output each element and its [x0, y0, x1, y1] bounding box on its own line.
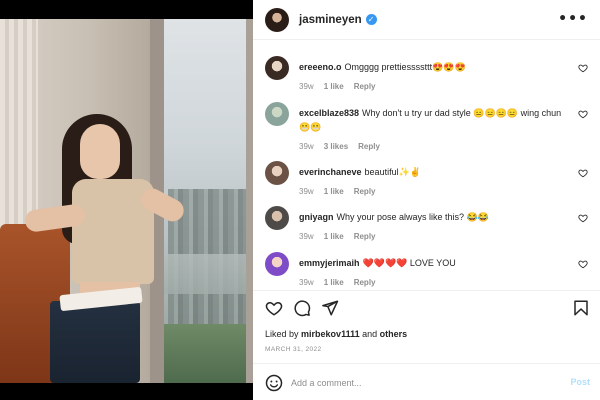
post-photo[interactable]	[0, 19, 253, 383]
comment-heart-icon[interactable]	[578, 63, 588, 73]
comment-time[interactable]: 39w	[299, 278, 314, 287]
reply-button[interactable]: Reply	[354, 82, 376, 91]
commenter-avatar[interactable]	[265, 206, 289, 230]
comment-time[interactable]: 39w	[299, 232, 314, 241]
comment-text: ❤️❤️❤️❤️ LOVE YOU	[362, 258, 456, 268]
commenter-avatar[interactable]	[265, 161, 289, 185]
commenter-avatar[interactable]	[265, 102, 289, 126]
comment-likes[interactable]: 1 like	[324, 278, 344, 287]
reply-button[interactable]: Reply	[358, 142, 380, 151]
bookmark-icon[interactable]	[572, 299, 590, 317]
reply-button[interactable]: Reply	[354, 278, 376, 287]
add-comment-row: Post	[253, 363, 600, 400]
comment-heart-icon[interactable]	[578, 213, 588, 223]
comment-text: beautiful✨✌️	[364, 167, 421, 177]
comment-time[interactable]: 39w	[299, 187, 314, 196]
post-actions: Liked by mirbekov1111 and others MARCH 3…	[253, 290, 600, 400]
verified-badge-icon: ✓	[365, 14, 377, 25]
share-icon[interactable]	[321, 299, 339, 317]
likes-summary: Liked by mirbekov1111 and others	[265, 329, 408, 339]
author-avatar[interactable]	[265, 7, 289, 32]
comment-likes[interactable]: 1 like	[324, 187, 344, 196]
commenter-username[interactable]: ereeeno.o	[299, 62, 342, 72]
comment-heart-icon[interactable]	[578, 259, 588, 269]
comment-icon[interactable]	[293, 299, 311, 317]
comment-time[interactable]: 39w	[299, 82, 314, 91]
commenter-avatar[interactable]	[265, 252, 289, 276]
comment-time[interactable]: 39w	[299, 142, 314, 151]
more-options-icon[interactable]: •••	[558, 11, 588, 27]
comment-likes[interactable]: 1 like	[324, 82, 344, 91]
post-comment-button[interactable]: Post	[570, 377, 590, 387]
author-username[interactable]: jasmineyen	[299, 14, 362, 26]
commenter-username[interactable]: everinchaneve	[299, 167, 362, 177]
comment-likes[interactable]: 1 like	[324, 232, 344, 241]
reply-button[interactable]: Reply	[354, 187, 376, 196]
comments-list: ereeeno.o Omgggg prettiessssttt😍😍😍 39w 1 l…	[253, 40, 600, 290]
comment-text: Why your pose always like this? 😂😂	[336, 212, 489, 222]
post-header: jasmineyen ✓ •••	[253, 0, 600, 40]
comment-text: Omgggg prettiessssttt😍😍😍	[344, 62, 466, 72]
action-icons-row	[265, 299, 590, 321]
smile-icon[interactable]	[265, 374, 283, 392]
commenter-username[interactable]: emmyjerimaih	[299, 258, 360, 268]
comment-input[interactable]	[291, 372, 551, 394]
commenter-username[interactable]: gniyagn	[299, 212, 334, 222]
post-date[interactable]: MARCH 31, 2022	[265, 346, 322, 353]
likes-others-link[interactable]: others	[380, 329, 408, 339]
heart-icon[interactable]	[265, 299, 283, 317]
commenter-username[interactable]: excelblaze838	[299, 108, 359, 118]
comment-heart-icon[interactable]	[578, 168, 588, 178]
post-photo-area	[0, 0, 253, 400]
commenter-avatar[interactable]	[265, 56, 289, 80]
comment-likes[interactable]: 3 likes	[324, 142, 348, 151]
liked-by-user[interactable]: mirbekov1111	[301, 329, 360, 339]
comment-heart-icon[interactable]	[578, 109, 588, 119]
post-modal: jasmineyen ✓ ••• ereeeno.o Omgggg prettie…	[0, 0, 600, 400]
post-details-panel: jasmineyen ✓ ••• ereeeno.o Omgggg prettie…	[253, 0, 600, 400]
reply-button[interactable]: Reply	[354, 232, 376, 241]
